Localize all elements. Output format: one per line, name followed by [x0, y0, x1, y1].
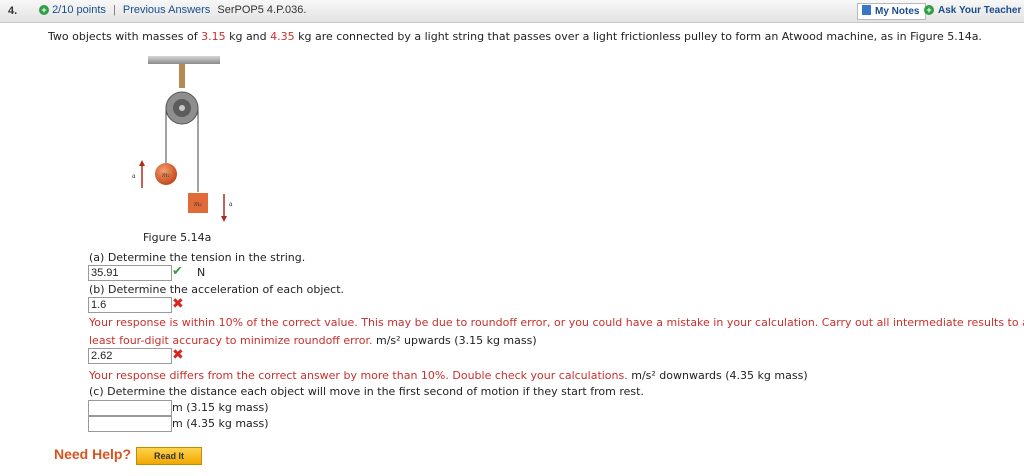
problem-code: SerPOP5 4.P.036.: [217, 4, 307, 16]
mass-value-2: 4.35: [270, 30, 295, 43]
ask-teacher-label: Ask Your Teacher: [938, 5, 1022, 16]
mass-value-1: 3.15: [201, 30, 226, 43]
x-icon: ✖: [172, 347, 184, 363]
part-c-unit-1: m (3.15 kg mass): [172, 401, 269, 414]
ceiling: [148, 56, 220, 64]
accel-arrowhead-up: [139, 160, 145, 166]
part-c-question: (c) Determine the distance each object w…: [89, 385, 644, 398]
prompt-text: kg and: [225, 30, 271, 43]
x-icon: ✖: [172, 296, 184, 312]
check-icon: ✔: [172, 264, 183, 279]
part-b-unit-2: m/s² downwards (4.35 kg mass): [631, 369, 808, 382]
mass-1-label: m₁: [162, 172, 170, 179]
ask-teacher-button[interactable]: + Ask Your Teacher: [924, 5, 1021, 16]
separator: |: [112, 4, 116, 16]
part-b-feedback-1-cont: least four-digit accuracy to minimize ro…: [89, 334, 537, 347]
accel-label-down: a: [229, 201, 233, 208]
part-b-feedback-2: Your response differs from the correct a…: [89, 369, 628, 382]
part-b-feedback-1-line2: least four-digit accuracy to minimize ro…: [89, 334, 373, 347]
plus-icon: +: [924, 5, 934, 16]
previous-answers-link[interactable]: Previous Answers: [123, 4, 210, 16]
points-bar: + 2/10 points | Previous Answers SerPOP5…: [39, 4, 306, 16]
question-header: 4. + 2/10 points | Previous Answers SerP…: [0, 0, 1024, 23]
points-label: 2/10 points: [52, 4, 106, 16]
figure-caption: Figure 5.14a: [143, 231, 212, 244]
part-c-unit-2: m (4.35 kg mass): [172, 417, 269, 430]
accel-label-up: a: [132, 173, 136, 180]
my-notes-button[interactable]: My Notes: [857, 3, 927, 20]
part-b-feedback-1: Your response is within 10% of the corre…: [89, 316, 1024, 329]
part-a-answer-input[interactable]: 35.91: [88, 265, 172, 281]
part-b-answer-2-input[interactable]: 2.62: [88, 348, 172, 364]
problem-prompt: Two objects with masses of 3.15 kg and 4…: [48, 30, 982, 43]
part-b-question: (b) Determine the acceleration of each o…: [89, 283, 345, 296]
notes-icon: [862, 5, 871, 15]
part-c-answer-1-input[interactable]: [88, 400, 172, 416]
my-notes-label: My Notes: [875, 6, 920, 17]
atwood-machine-figure: m₁ m₂ a a: [132, 56, 233, 222]
part-c-answer-2-input[interactable]: [88, 416, 172, 432]
pulley-hub: [179, 105, 185, 111]
part-a-unit: N: [197, 266, 206, 279]
prompt-text: kg are connected by a light string that …: [294, 30, 982, 43]
pulley-mount: [179, 64, 185, 88]
part-b-unit-1: m/s² upwards (3.15 kg mass): [376, 334, 537, 347]
question-number: 4.: [8, 5, 18, 17]
prompt-text: Two objects with masses of: [48, 30, 202, 43]
part-a-question: (a) Determine the tension in the string.: [89, 251, 306, 264]
need-help-label: Need Help?: [54, 446, 132, 462]
mass-2-label: m₂: [194, 201, 203, 208]
plus-icon[interactable]: +: [39, 5, 49, 16]
part-b-feedback-2-row: Your response differs from the correct a…: [89, 369, 808, 382]
read-it-button[interactable]: Read It: [136, 447, 202, 465]
accel-arrowhead-down: [221, 216, 227, 222]
part-b-answer-1-input[interactable]: 1.6: [88, 297, 172, 313]
